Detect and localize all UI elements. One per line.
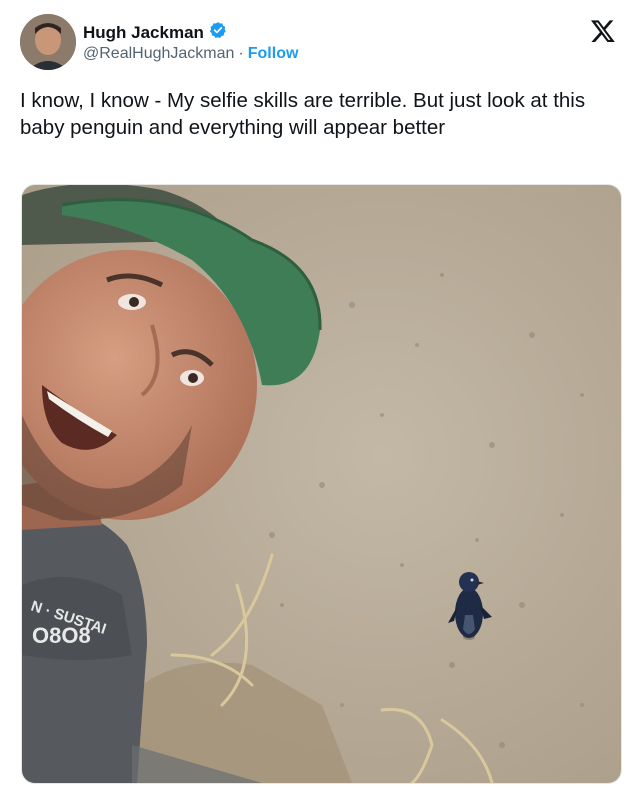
x-logo-icon[interactable] [590, 18, 616, 44]
tweet-text: I know, I know - My selfie skills are te… [20, 89, 586, 139]
author-handle-row: @RealHughJackman · Follow [83, 45, 298, 63]
tweet-header: Hugh Jackman @RealHughJackman · Follow [20, 14, 620, 74]
author-name-row: Hugh Jackman [83, 21, 227, 44]
tweet-photo[interactable]: N · SUSTAI O8O8 [21, 184, 622, 784]
verified-badge-icon [209, 21, 227, 44]
author-avatar[interactable] [20, 14, 76, 70]
author-display-name[interactable]: Hugh Jackman [83, 23, 204, 43]
shirt-print-line2: O8O8 [32, 623, 91, 648]
author-handle[interactable]: @RealHughJackman [83, 45, 234, 63]
follow-button[interactable]: Follow [248, 45, 299, 63]
handle-separator: · [238, 45, 244, 62]
